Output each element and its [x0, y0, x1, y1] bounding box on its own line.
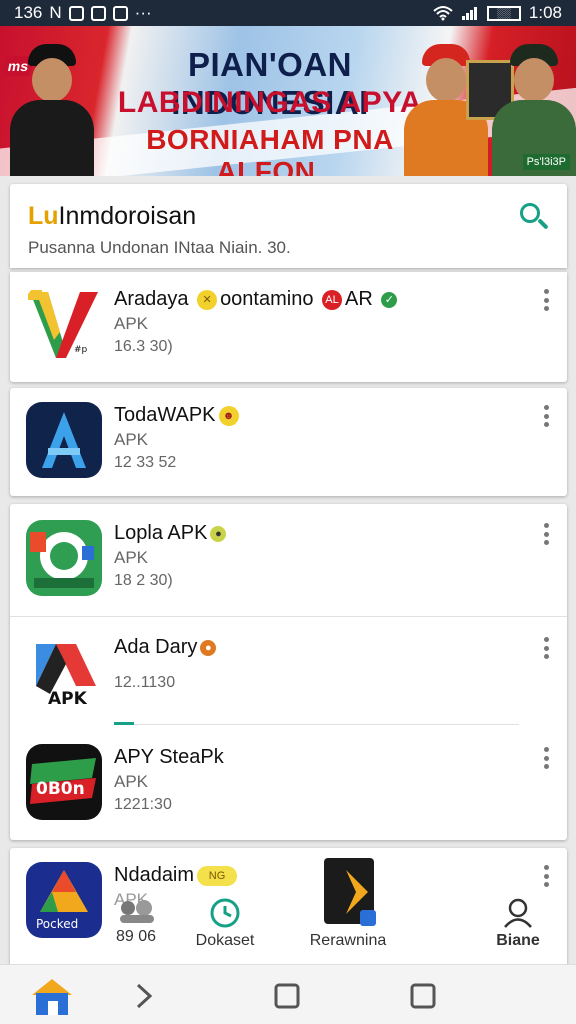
- system-nav-bar: [0, 964, 576, 1024]
- app-icon-adadary: APK: [26, 634, 102, 710]
- tab-label: Biane: [496, 932, 540, 949]
- status-time-left: 136: [14, 3, 43, 22]
- app-icon-label: 0B0n: [36, 779, 85, 799]
- home-icon[interactable]: [28, 977, 76, 1022]
- battery-icon: ░░: [486, 5, 521, 21]
- banner-tagline: BORNIAHAM PNA ALFON.: [146, 124, 394, 176]
- promo-banner[interactable]: ms PIAN'OAN INDONESIAI LABDININGAS APYA …: [0, 26, 576, 176]
- app-icon-label: APK: [48, 689, 88, 709]
- app-name: Lopla APK ●: [114, 522, 229, 545]
- notification-icon: [68, 5, 84, 21]
- orange-badge-icon: ●: [200, 639, 217, 656]
- status-bar: 136 N ··· ░░ 1:08: [0, 0, 576, 26]
- app-meta: 12 33 52: [114, 454, 177, 471]
- app-name: Aradaya ✕ oontamino AL AR ✓: [114, 288, 400, 311]
- red-badge-icon: AL: [322, 289, 343, 310]
- app-icon: [324, 858, 376, 926]
- app-name: TodaWAPK ☻: [114, 404, 242, 427]
- chevron-right-icon[interactable]: [134, 983, 154, 1014]
- page-title: LuInmdoroisan: [28, 202, 196, 231]
- list-item[interactable]: 0B0n APY SteaPk APK 1221:30: [10, 734, 567, 834]
- app-type: APK: [114, 548, 149, 567]
- signal-icon: [461, 7, 477, 20]
- tab-rerawnina[interactable]: Rerawnina: [306, 858, 390, 950]
- tab-profile[interactable]: Biane: [488, 898, 548, 950]
- tab-label: 89 06: [115, 928, 157, 945]
- more-options-icon[interactable]: [539, 286, 553, 314]
- list-item[interactable]: APK Ada Dary ● 12..1130: [10, 624, 567, 724]
- profile-icon: [504, 898, 532, 928]
- app-icon-lopla: [26, 520, 102, 596]
- green-badge-icon: ●: [210, 525, 227, 542]
- page-subtitle: Pusanna Undonan INtaa Niain. 30.: [28, 238, 291, 257]
- bottom-tab-bar: 89 06 Dokaset Rerawnina Biane: [0, 858, 576, 964]
- person-figure-officer: [4, 38, 100, 176]
- wifi-icon: [433, 6, 453, 21]
- banner-right-tag: Ps'l3i3P: [522, 154, 570, 170]
- app-name: Ada Dary ●: [114, 636, 219, 659]
- star-badge-icon: ✕: [197, 289, 218, 310]
- row-divider: [134, 724, 519, 725]
- more-options-icon[interactable]: [539, 520, 553, 548]
- people-icon: [120, 900, 154, 923]
- rating-badge-icon: NG: [197, 865, 238, 886]
- page-title-text: Inmdoroisan: [58, 202, 197, 230]
- app-type: APK: [114, 430, 149, 449]
- message-icon: [112, 5, 128, 21]
- app-type: APK: [114, 314, 149, 333]
- app-header-card: LuInmdoroisan Pusanna Undonan INtaa Niai…: [10, 184, 567, 268]
- download-progress: [114, 722, 134, 725]
- app-icon-aradaya: #p: [26, 286, 102, 362]
- search-icon[interactable]: [517, 200, 551, 234]
- app-card: TodaWAPK ☻ APK 12 33 52: [10, 388, 567, 496]
- app-meta: 16.3 30): [114, 338, 173, 355]
- more-notifications: ···: [134, 3, 152, 22]
- more-options-icon[interactable]: [539, 634, 553, 662]
- app-name: Ndadaim NG: [114, 864, 240, 887]
- tab-people[interactable]: 89 06: [104, 898, 168, 946]
- more-options-icon[interactable]: [539, 744, 553, 772]
- svg-text:#p: #p: [74, 345, 88, 355]
- banner-subheadline: LABDININGAS APYA: [117, 86, 423, 119]
- app-type: APK: [114, 772, 149, 791]
- gallery-icon: [90, 5, 106, 21]
- app-meta: 18 2 30): [114, 572, 173, 589]
- app-meta: 12..1130: [114, 674, 176, 691]
- list-item[interactable]: TodaWAPK ☻ APK 12 33 52: [10, 392, 567, 492]
- app-card: #p Aradaya ✕ oontamino AL AR ✓ APK 16.3 30…: [10, 272, 567, 382]
- app-card-group: Lopla APK ● APK 18 2 30) APK Ada Dary ● 12…: [10, 504, 567, 840]
- verified-icon: ✓: [381, 291, 398, 308]
- app-icon-todawapk: [26, 402, 102, 478]
- brand-logo-mark: Lu: [28, 202, 59, 230]
- app-meta: 1221:30: [114, 796, 172, 813]
- app-icon-apysteapk: 0B0n: [26, 744, 102, 820]
- app-name: APY SteaPk: [114, 746, 224, 768]
- more-options-icon[interactable]: [539, 402, 553, 430]
- tab-dokaset[interactable]: Dokaset: [188, 898, 262, 950]
- tab-label: Rerawnina: [309, 932, 387, 949]
- list-item[interactable]: #p Aradaya ✕ oontamino AL AR ✓ APK 16.3 30…: [10, 276, 567, 376]
- square-icon[interactable]: [274, 983, 300, 1014]
- tab-label: Dokaset: [195, 932, 255, 949]
- list-item[interactable]: Lopla APK ● APK 18 2 30): [10, 510, 567, 610]
- carrier-label: N: [49, 3, 62, 22]
- clock-time: 1:08: [528, 3, 562, 22]
- emoji-badge-icon: ☻: [218, 405, 239, 426]
- row-divider: [10, 616, 567, 617]
- more-options-icon[interactable]: [539, 862, 553, 890]
- square-icon[interactable]: [410, 983, 436, 1014]
- clock-icon: [210, 898, 240, 928]
